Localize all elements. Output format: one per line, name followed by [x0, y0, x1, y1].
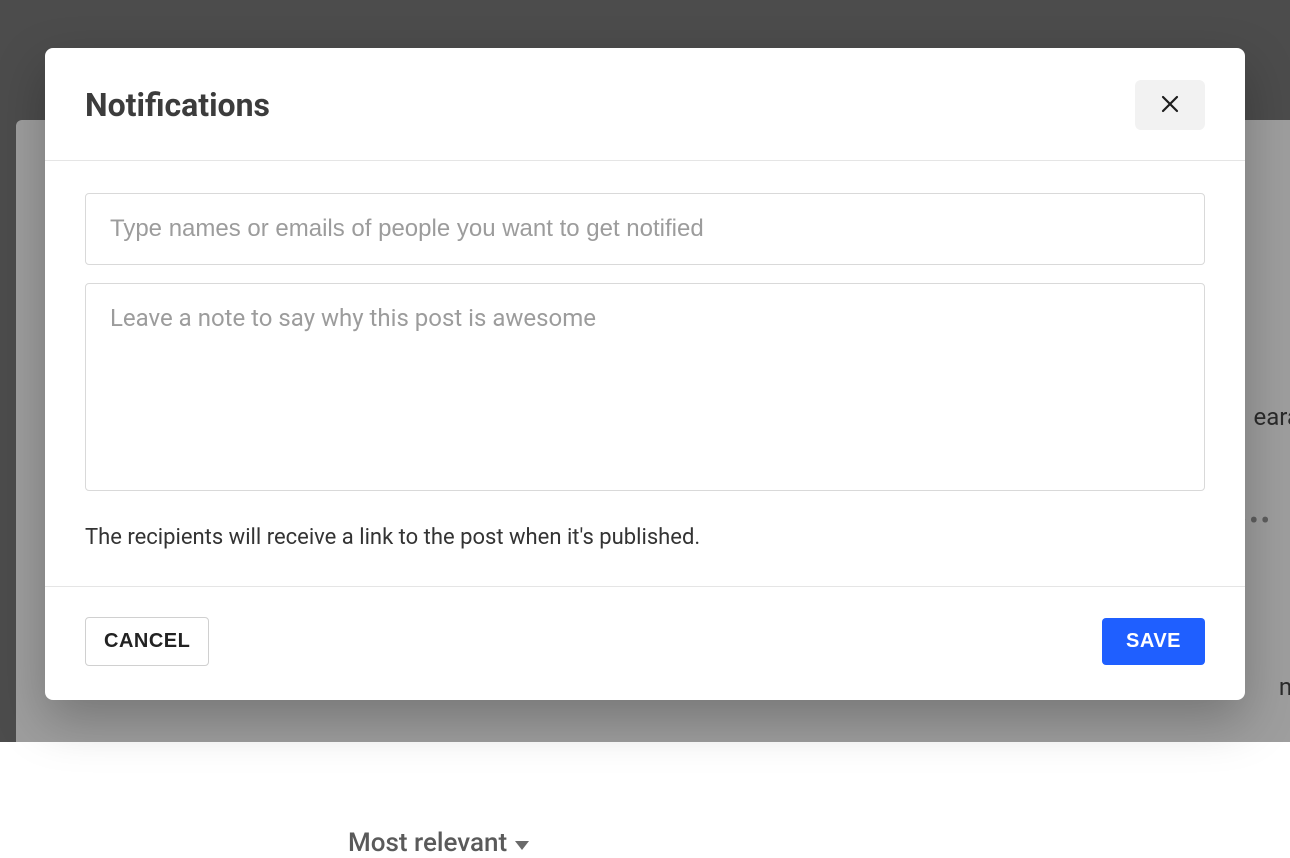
save-button[interactable]: SAVE — [1102, 618, 1205, 665]
close-button[interactable] — [1135, 80, 1205, 130]
close-icon — [1158, 92, 1182, 119]
modal-header: Notifications — [45, 48, 1245, 161]
info-text: The recipients will receive a link to th… — [85, 525, 1205, 550]
modal-body: The recipients will receive a link to th… — [45, 161, 1245, 570]
notifications-modal: Notifications The recipients will receiv… — [45, 48, 1245, 700]
note-textarea[interactable] — [85, 283, 1205, 491]
recipients-input[interactable] — [85, 193, 1205, 265]
sort-dropdown[interactable]: Most relevant — [348, 828, 529, 858]
modal-footer: CANCEL SAVE — [45, 586, 1245, 700]
sort-label: Most relevant — [348, 828, 507, 858]
caret-down-icon — [515, 841, 529, 850]
cancel-button[interactable]: CANCEL — [85, 617, 209, 666]
modal-title: Notifications — [85, 86, 270, 124]
